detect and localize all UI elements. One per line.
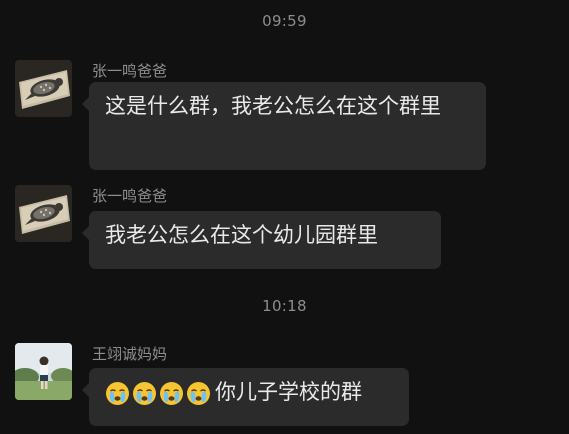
timestamp: 09:59 — [262, 12, 307, 30]
sender-name: 王翊诚妈妈 — [92, 345, 168, 363]
message-bubble[interactable]: 我老公怎么在这个幼儿园群里 — [82, 211, 441, 269]
avatar[interactable] — [15, 185, 72, 242]
crying-face-emoji-icon — [105, 381, 130, 406]
child-photo-avatar-icon — [15, 343, 72, 400]
crying-face-emoji-icon — [132, 381, 157, 406]
avatar[interactable] — [15, 343, 72, 400]
crying-face-emoji-icon — [186, 381, 211, 406]
crying-face-emoji-icon — [159, 381, 184, 406]
message-bubble[interactable]: 这是什么群，我老公怎么在这个群里 — [82, 82, 486, 170]
sender-name: 张一鸣爸爸 — [92, 187, 168, 205]
bird-avatar-icon — [15, 60, 72, 117]
emoji-row — [105, 381, 213, 406]
sender-name: 张一鸣爸爸 — [92, 62, 168, 80]
message-text: 你儿子学校的群 — [215, 380, 362, 404]
message-text: 我老公怎么在这个幼儿园群里 — [105, 223, 378, 247]
message-bubble[interactable]: 你儿子学校的群 — [82, 368, 409, 426]
message-text: 这是什么群，我老公怎么在这个群里 — [105, 94, 441, 118]
bird-avatar-icon — [15, 185, 72, 242]
avatar[interactable] — [15, 60, 72, 117]
timestamp: 10:18 — [262, 297, 307, 315]
